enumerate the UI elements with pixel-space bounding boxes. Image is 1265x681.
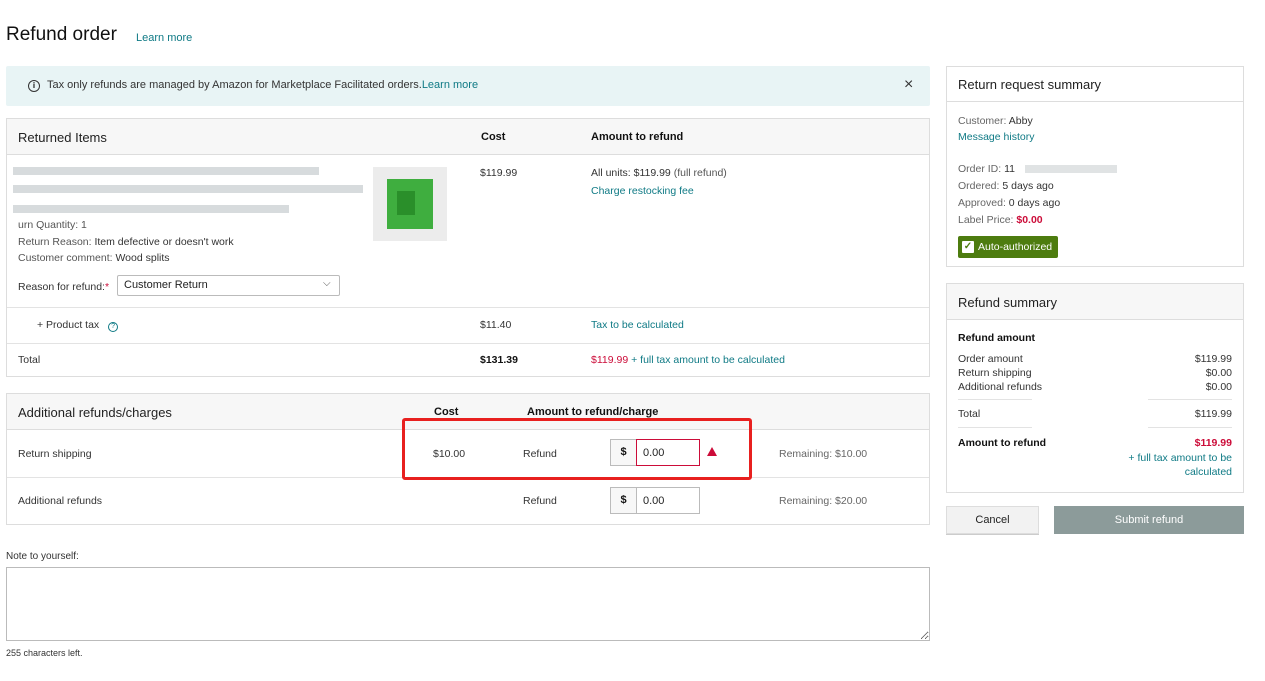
- note-label: Note to yourself:: [6, 551, 79, 562]
- additional-refunds-title: Additional refunds/charges: [18, 405, 172, 420]
- checkmark-icon: ✓: [962, 241, 974, 253]
- order-id-redacted: [1025, 165, 1117, 173]
- return-request-summary-header: Return request summary: [947, 67, 1243, 102]
- return-shipping-summary-value: $0.00: [1205, 367, 1232, 379]
- product-tax-cost: $11.40: [480, 319, 512, 331]
- order-amount-label: Order amount: [958, 353, 1023, 365]
- order-amount-value: $119.99: [1194, 353, 1232, 365]
- close-icon[interactable]: ×: [904, 76, 913, 94]
- additional-refunds-label: Additional refunds: [18, 495, 103, 507]
- product-image: [373, 167, 447, 241]
- divider: [1148, 399, 1232, 400]
- product-tax-label: + Product tax ?: [37, 319, 119, 332]
- cost-column-header: Cost: [434, 406, 459, 418]
- total-label: Total: [18, 354, 41, 366]
- tax-to-be-calculated: Tax to be calculated: [591, 319, 684, 331]
- banner-text: Tax only refunds are managed by Amazon f…: [47, 79, 422, 91]
- additional-refunds-remaining: Remaining: $20.00: [779, 495, 868, 507]
- additional-refunds-summary-value: $0.00: [1205, 381, 1232, 393]
- info-icon: i: [28, 80, 40, 92]
- reason-for-refund-label: Reason for refund:*: [18, 281, 110, 293]
- total-summary-value: $119.99: [1194, 408, 1232, 420]
- refund-summary-header: Refund summary: [947, 284, 1243, 320]
- highlight-annotation: [402, 418, 752, 480]
- customer-name: Customer: Abby: [958, 115, 1033, 127]
- divider: [1148, 427, 1232, 428]
- amount-to-refund-value: $119.99: [1194, 437, 1232, 449]
- product-title-redacted: [13, 167, 319, 175]
- return-shipping-summary-label: Return shipping: [958, 367, 1032, 379]
- currency-prefix: $: [610, 487, 636, 514]
- amount-column-header: Amount to refund: [591, 131, 684, 143]
- ordered-date: Ordered: 5 days ago: [958, 180, 1054, 192]
- divider: [958, 427, 1032, 428]
- refund-amount-heading: Refund amount: [958, 332, 1035, 344]
- order-id: Order ID: 11: [958, 163, 1016, 175]
- item-cost: $119.99: [480, 167, 518, 179]
- return-request-summary-title: Return request summary: [958, 77, 1102, 92]
- return-shipping-remaining: Remaining: $10.00: [779, 448, 868, 460]
- additional-refunds-summary-label: Additional refunds: [958, 381, 1043, 393]
- submit-refund-button[interactable]: Submit refund: [1054, 506, 1244, 534]
- amount-to-refund-label: Amount to refund: [958, 437, 1047, 449]
- banner-learn-more-link[interactable]: Learn more: [422, 79, 478, 91]
- product-title-redacted: [13, 205, 289, 213]
- tax-note-line-2: calculated: [1184, 466, 1232, 478]
- additional-refunds-amount-input[interactable]: [636, 487, 700, 514]
- customer-comment: Customer comment: Wood splits: [18, 252, 170, 264]
- item-refund-amount: All units: $119.99 (full refund): [591, 167, 727, 179]
- help-icon[interactable]: ?: [108, 322, 119, 332]
- banner-message: Tax only refunds are managed by Amazon f…: [47, 79, 478, 91]
- note-textarea[interactable]: [6, 567, 930, 641]
- divider: [7, 343, 929, 344]
- returned-items-title: Returned Items: [18, 130, 107, 145]
- chevron-down-icon: ⌵: [323, 278, 331, 289]
- info-banner: i Tax only refunds are managed by Amazon…: [6, 66, 930, 106]
- refund-summary-panel: Refund summary Refund amount Order amoun…: [946, 283, 1244, 493]
- characters-left: 255 characters left.: [6, 648, 83, 658]
- return-reason: Return Reason: Item defective or doesn't…: [18, 236, 234, 248]
- page-title: Refund order: [6, 24, 117, 45]
- label-price: Label Price: $0.00: [958, 214, 1043, 226]
- cancel-button[interactable]: Cancel: [946, 506, 1039, 534]
- auto-authorized-badge: ✓ Auto-authorized: [958, 236, 1059, 258]
- refund-summary-title: Refund summary: [958, 295, 1057, 310]
- additional-refunds-type: Refund: [523, 495, 557, 507]
- tax-note-line-1: + full tax amount to be: [1128, 452, 1232, 464]
- returned-items-header: Returned Items Cost Amount to refund: [7, 119, 929, 155]
- message-history-link[interactable]: Message history: [958, 131, 1034, 143]
- amount-column-header: Amount to refund/charge: [527, 406, 659, 418]
- divider: [958, 399, 1032, 400]
- return-quantity: urn Quantity: 1: [18, 219, 87, 231]
- approved-date: Approved: 0 days ago: [958, 197, 1061, 209]
- divider: [7, 307, 929, 308]
- reason-for-refund-select[interactable]: Customer Return: [117, 275, 340, 296]
- product-title-redacted: [13, 185, 363, 193]
- return-request-summary-panel: Return request summary Customer: Abby Me…: [946, 66, 1244, 267]
- total-summary-label: Total: [958, 408, 981, 420]
- total-cost: $131.39: [480, 354, 518, 366]
- total-refund-amount: $119.99 + full tax amount to be calculat…: [591, 354, 785, 366]
- charge-restocking-fee-link[interactable]: Charge restocking fee: [591, 185, 694, 197]
- returned-items-panel: Returned Items Cost Amount to refund urn…: [6, 118, 930, 377]
- learn-more-link[interactable]: Learn more: [136, 32, 192, 44]
- return-shipping-label: Return shipping: [18, 448, 92, 460]
- cost-column-header: Cost: [481, 131, 506, 143]
